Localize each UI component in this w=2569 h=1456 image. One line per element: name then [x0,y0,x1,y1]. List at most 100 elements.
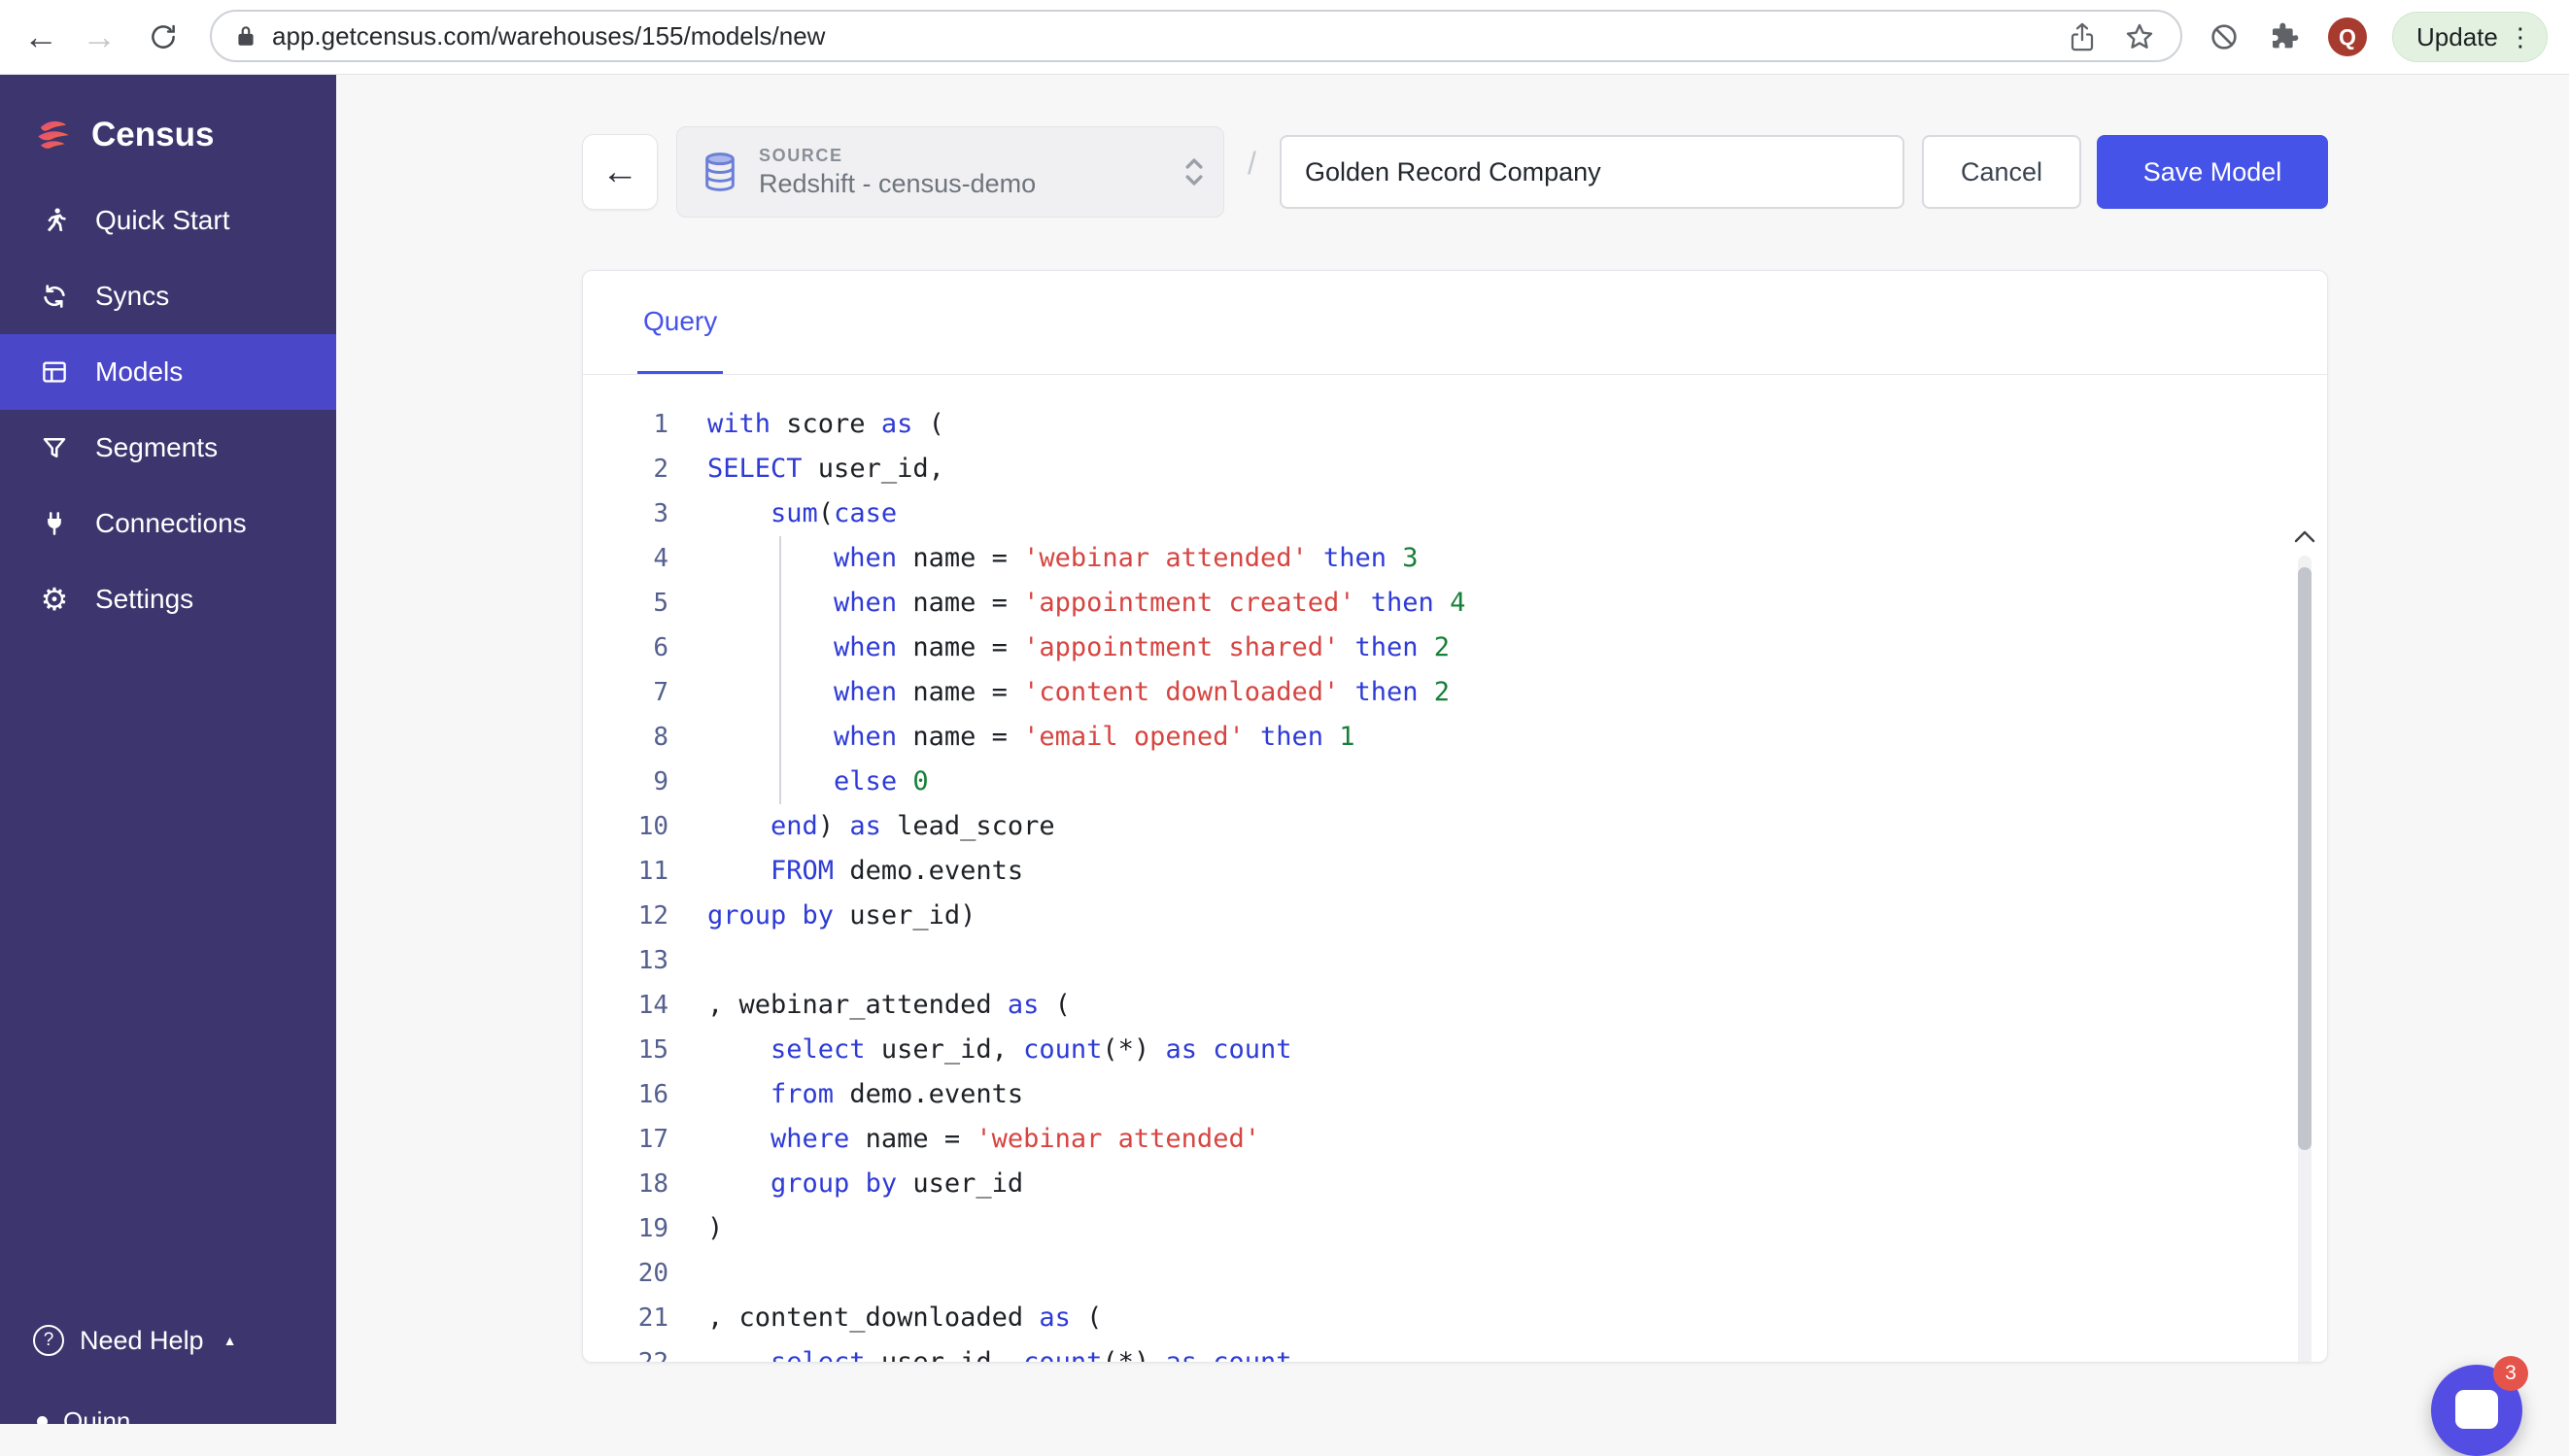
need-help-button[interactable]: ? Need Help ▲ [33,1325,236,1356]
browser-forward-icon[interactable]: → [76,0,122,74]
code-line[interactable]: 19) [583,1206,2327,1251]
line-number: 10 [583,804,668,849]
line-number: 18 [583,1162,668,1206]
census-logo-icon [33,115,74,155]
share-icon[interactable] [2068,12,2097,62]
code-line[interactable]: 4 when name = 'webinar attended' then 3 [583,536,2327,581]
chevron-up-icon: ▲ [223,1333,237,1348]
main-content: ← SOURCE Redshift - census-demo / Cancel… [336,74,2569,1424]
sidebar-item-label: Models [95,356,183,388]
cancel-button[interactable]: Cancel [1922,135,2081,209]
code-line[interactable]: 7 when name = 'content downloaded' then … [583,670,2327,715]
sql-editor[interactable]: 1with score as (2SELECT user_id,3 sum(ca… [583,375,2327,1362]
line-number: 5 [583,581,668,626]
tab-bar: Query [583,271,2327,375]
code-text: when name = 'email opened' then 1 [707,715,1355,760]
code-line[interactable]: 15 select user_id, count(*) as count [583,1028,2327,1072]
code-line[interactable]: 20 [583,1251,2327,1296]
code-text: when name = 'content downloaded' then 2 [707,670,1450,715]
source-value: Redshift - census-demo [759,169,1182,199]
line-number: 7 [583,670,668,715]
line-number: 9 [583,760,668,804]
code-line[interactable]: 18 group by user_id [583,1162,2327,1206]
sidebar-item-connections[interactable]: Connections [0,486,336,561]
sidebar-item-models[interactable]: Models [0,334,336,410]
code-line[interactable]: 11 FROM demo.events [583,849,2327,894]
code-line[interactable]: 12 group by user_id) [583,894,2327,938]
line-number: 14 [583,983,668,1028]
code-line[interactable]: 1with score as ( [583,402,2327,447]
line-number: 4 [583,536,668,581]
update-label: Update [2416,22,2498,52]
code-line[interactable]: 5 when name = 'appointment created' then… [583,581,2327,626]
code-text: select user_id, count(*) as count [707,1340,1292,1363]
blocked-circle-icon[interactable] [2200,0,2248,74]
line-number: 15 [583,1028,668,1072]
more-menu-icon[interactable]: ⋮ [2508,22,2533,52]
code-text: ) [707,1206,723,1251]
sidebar-item-settings[interactable]: ⚙Settings [0,561,336,637]
extensions-puzzle-icon[interactable] [2260,0,2309,74]
code-text: where name = 'webinar attended' [707,1117,1260,1162]
census-logo[interactable]: Census [0,74,336,183]
sidebar: Census Quick Start Syncs Models SegmentsCon… [0,74,336,1424]
scrollbar-thumb[interactable] [2298,567,2312,1150]
code-line[interactable]: 16 from demo.events [583,1072,2327,1117]
browser-refresh-icon[interactable] [140,0,187,74]
code-line[interactable]: 9 else 0 [583,760,2327,804]
code-line[interactable]: 22 select user_id, count(*) as count [583,1340,2327,1363]
code-line[interactable]: 13 [583,938,2327,983]
bookmark-star-icon[interactable] [2124,12,2155,62]
code-text: from demo.events [707,1072,1023,1117]
sidebar-item-segments[interactable]: Segments [0,410,336,486]
cancel-label: Cancel [1961,157,2042,187]
editor-scrollbar[interactable] [2290,521,2319,1363]
sidebar-item-syncs[interactable]: Syncs [0,258,336,334]
code-text: sum(case [707,491,897,536]
code-line[interactable]: 21, content_downloaded as ( [583,1296,2327,1340]
model-name-input[interactable] [1280,135,1904,209]
sync-icon [37,279,72,314]
sidebar-account-item[interactable]: Quinn [37,1406,130,1424]
help-question-icon: ? [33,1325,64,1356]
table-icon [37,355,72,389]
line-number: 22 [583,1340,668,1363]
browser-chrome: ← → app.getcensus.com/warehouses/155/mod… [0,0,2569,75]
code-line[interactable]: 10 end) as lead_score [583,804,2327,849]
sidebar-item-label: Syncs [95,281,169,312]
browser-update-button[interactable]: Update ⋮ [2392,12,2548,62]
browser-back-icon[interactable]: ← [17,0,64,74]
plug-icon [37,506,72,541]
tab-query[interactable]: Query [637,271,723,374]
lock-icon[interactable] [233,23,258,49]
path-separator: / [1248,146,1256,182]
code-line[interactable]: 8 when name = 'email opened' then 1 [583,715,2327,760]
code-line[interactable]: 2SELECT user_id, [583,447,2327,491]
code-line[interactable]: 14, webinar_attended as ( [583,983,2327,1028]
line-number: 11 [583,849,668,894]
select-updown-icon [1182,155,1206,188]
code-line[interactable]: 3 sum(case [583,491,2327,536]
code-text: FROM demo.events [707,849,1023,894]
line-number: 12 [583,894,668,938]
line-number: 13 [583,938,668,983]
url-bar[interactable]: app.getcensus.com/warehouses/155/models/… [210,10,2182,62]
code-line[interactable]: 6 when name = 'appointment shared' then … [583,626,2327,670]
code-text: group by user_id [707,1162,1023,1206]
back-button[interactable]: ← [582,134,658,210]
chat-badge: 3 [2493,1356,2528,1391]
source-select[interactable]: SOURCE Redshift - census-demo [676,126,1224,218]
code-text: group by user_id) [707,894,976,938]
gear-icon: ⚙ [37,582,72,617]
code-line[interactable]: 17 where name = 'webinar attended' [583,1117,2327,1162]
sidebar-item-quick-start[interactable]: Quick Start [0,183,336,258]
url-text: app.getcensus.com/warehouses/155/models/… [272,21,825,51]
browser-profile-avatar[interactable]: Q [2328,17,2367,56]
save-model-button[interactable]: Save Model [2097,135,2328,209]
line-number: 20 [583,1251,668,1296]
account-dot-icon [37,1416,48,1424]
code-lines: 1with score as (2SELECT user_id,3 sum(ca… [583,402,2327,1363]
code-text: when name = 'webinar attended' then 3 [707,536,1419,581]
scrollbar-up-icon[interactable] [2290,521,2319,552]
code-text: with score as ( [707,402,944,447]
